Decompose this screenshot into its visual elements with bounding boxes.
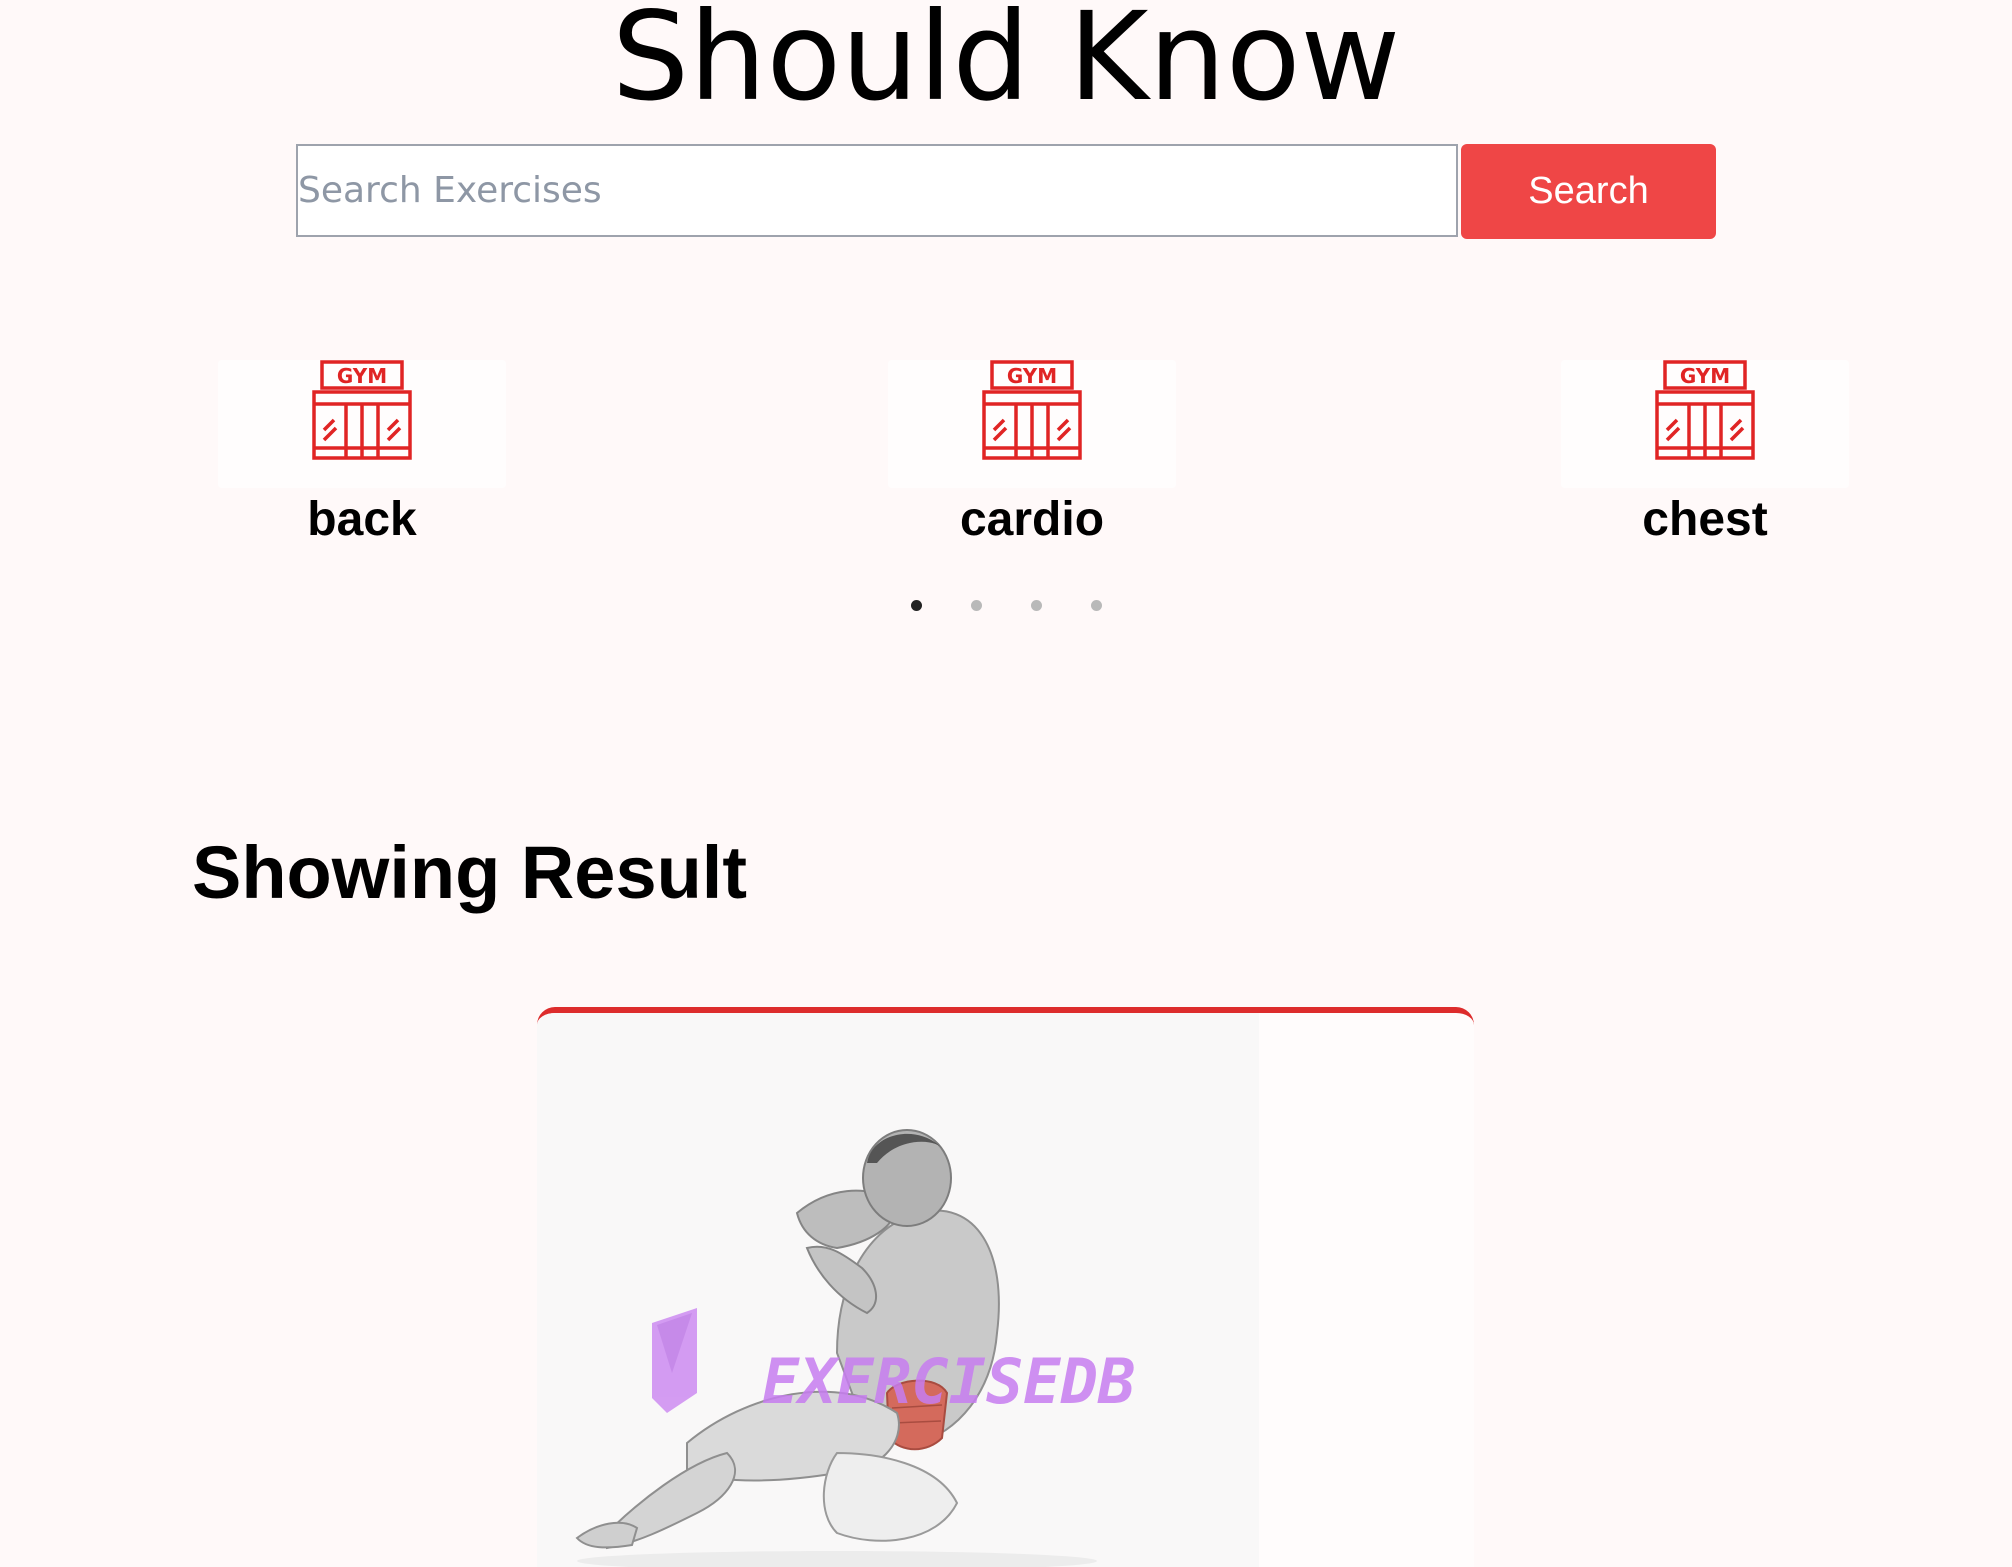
exercise-image[interactable]: EXERCISEDB [537, 1013, 1259, 1567]
category-icon-box: GYM [218, 360, 506, 488]
gym-building-icon: GYM [312, 360, 412, 460]
category-label-cardio: cardio [959, 493, 1105, 546]
gym-sign-text: GYM [1680, 364, 1730, 388]
search-input[interactable] [296, 144, 1458, 237]
pagination-dot-1[interactable] [911, 600, 922, 611]
category-icon-box: GYM [888, 360, 1176, 488]
category-card-cardio[interactable]: GYM cardio [888, 360, 1176, 560]
pagination-dot-3[interactable] [1031, 600, 1042, 611]
gym-building-icon: GYM [1655, 360, 1755, 460]
pagination-dot-4[interactable] [1091, 600, 1102, 611]
gym-building-icon: GYM [982, 360, 1082, 460]
gym-sign-text: GYM [337, 364, 387, 388]
category-icon-box: GYM [1561, 360, 1849, 488]
category-label-chest: chest [1642, 493, 1768, 546]
exercise-illustration: EXERCISEDB [575, 1129, 1135, 1567]
exercise-card[interactable]: EXERCISEDB [537, 1007, 1474, 1567]
gym-sign-text: GYM [1007, 364, 1057, 388]
search-button[interactable]: Search [1461, 144, 1716, 239]
category-card-back[interactable]: GYM back [218, 360, 506, 560]
pagination-dot-2[interactable] [971, 600, 982, 611]
exercisedb-logo [652, 1308, 697, 1413]
exercisedb-watermark: EXERCISEDB [762, 1345, 1135, 1418]
category-label-back: back [307, 493, 417, 546]
category-card-chest[interactable]: GYM chest [1561, 360, 1849, 560]
results-heading: Showing Result [192, 831, 747, 914]
page-title: Should Know [611, 0, 1401, 128]
